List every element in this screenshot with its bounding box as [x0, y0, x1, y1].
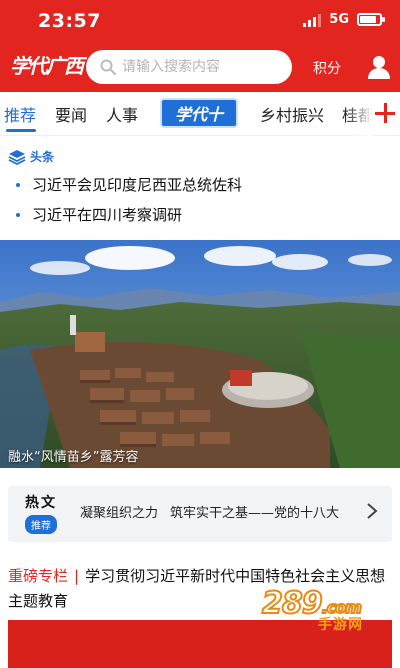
headline-text: 习近平会见印度尼西亚总统佐科: [32, 176, 243, 194]
hot-tag: 推荐: [25, 515, 57, 534]
watermark-sub: 手游网: [318, 617, 363, 633]
user-icon[interactable]: [366, 54, 392, 80]
search-bar[interactable]: [86, 50, 292, 84]
tabs-fade: [345, 92, 373, 136]
network-label: 5G: [329, 12, 349, 27]
watermark-brand: 289: [261, 585, 324, 622]
hot-label: 热文 推荐: [20, 492, 62, 534]
status-bar: 23:57 5G: [0, 0, 400, 44]
app-logo[interactable]: 学代广西: [10, 50, 84, 79]
hot-item[interactable]: 凝聚组织之力: [80, 502, 158, 521]
layers-icon: [8, 149, 26, 165]
hot-title: 热文: [25, 495, 57, 511]
tab-news[interactable]: 要闻: [55, 102, 87, 126]
hot-item[interactable]: 筑牢实干之基——党的十八大: [170, 502, 339, 521]
tab-xuedai-plus[interactable]: 学代十: [160, 98, 238, 128]
tab-personnel[interactable]: 人事: [106, 102, 138, 126]
column-tag: 重磅专栏: [8, 567, 69, 585]
app-header: 23:57 5G 学代广西 积分: [0, 0, 400, 92]
featured-photo[interactable]: [0, 240, 400, 468]
search-icon: [100, 59, 116, 75]
add-channel-button[interactable]: [372, 100, 398, 126]
headline-label: 头条: [8, 148, 54, 165]
photo-caption: 融水“风情苗乡”露芳容: [8, 450, 139, 465]
points-link[interactable]: 积分: [313, 58, 341, 78]
headline-text: 习近平在四川考察调研: [32, 206, 183, 224]
bullet-dot: [16, 182, 20, 187]
status-time: 23:57: [38, 10, 101, 32]
status-indicators: 5G: [303, 12, 385, 27]
search-input[interactable]: [122, 59, 282, 75]
chevron-right-icon[interactable]: [366, 502, 378, 520]
tab-rural[interactable]: 乡村振兴: [260, 102, 324, 126]
headline-item[interactable]: 习近平在四川考察调研: [16, 204, 182, 225]
bullet-dot: [16, 212, 20, 217]
headline-item[interactable]: 习近平会见印度尼西亚总统佐科: [16, 174, 242, 195]
hot-items: 凝聚组织之力 筑牢实干之基——党的十八大: [80, 502, 358, 521]
tab-recommend[interactable]: 推荐: [4, 102, 36, 126]
headline-label-text: 头条: [30, 150, 55, 164]
signal-icon: [303, 13, 322, 27]
active-tab-indicator: [6, 129, 36, 132]
battery-icon: [357, 13, 385, 26]
photo-image: [0, 240, 400, 468]
column-separator: |: [74, 567, 80, 585]
